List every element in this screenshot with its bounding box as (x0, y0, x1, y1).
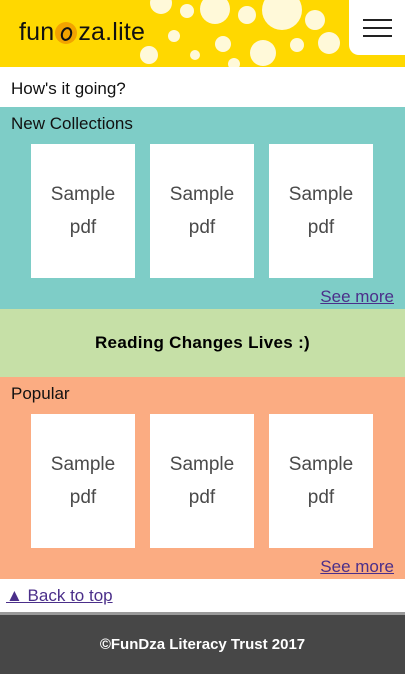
fundza-logo[interactable]: fun za.lite (19, 14, 145, 50)
book-card[interactable]: Sample pdf (150, 414, 254, 548)
site-header: fun za.lite (0, 0, 405, 67)
see-more-link[interactable]: See more (320, 287, 394, 307)
logo-face-icon (55, 22, 78, 44)
section-title: New Collections (11, 114, 133, 133)
decorative-bubble (200, 0, 230, 24)
decorative-bubble (305, 10, 325, 30)
greeting-text: How's it going? (11, 79, 126, 98)
see-more-link[interactable]: See more (320, 557, 394, 577)
decorative-bubble (250, 40, 276, 66)
banner-text: Reading Changes Lives :) (94, 333, 311, 352)
card-label: Sample (288, 454, 354, 475)
site-footer: ©FunDza Literacy Trust 2017 (0, 615, 405, 674)
copyright-text: ©FunDza Literacy Trust 2017 (99, 636, 306, 653)
back-to-top-link[interactable]: ▲ Back to top (6, 586, 113, 606)
reading-banner: Reading Changes Lives :) (0, 309, 405, 377)
decorative-bubble (318, 32, 340, 54)
decorative-bubble (238, 6, 256, 24)
card-label: Sample (288, 184, 354, 205)
card-label: pdf (69, 487, 97, 508)
card-label: pdf (188, 217, 216, 238)
card-label: Sample (169, 184, 235, 205)
hamburger-menu-icon (362, 26, 392, 29)
decorative-bubble (215, 36, 231, 52)
book-card[interactable]: Sample pdf (269, 414, 373, 548)
decorative-bubble (168, 30, 180, 42)
section-title: Popular (11, 384, 70, 403)
card-label: Sample (50, 454, 116, 475)
decorative-bubble (262, 0, 302, 30)
hamburger-menu-button[interactable] (349, 0, 405, 55)
card-label: pdf (307, 217, 335, 238)
logo-text-left: fun (19, 17, 55, 46)
hamburger-menu-icon (362, 34, 392, 37)
card-label: pdf (69, 217, 97, 238)
popular-section: Popular Sample pdf Sample pdf Sample pdf… (0, 377, 405, 579)
card-label: Sample (50, 184, 116, 205)
logo-text-right: za.lite (78, 17, 146, 46)
card-label: pdf (307, 487, 335, 508)
book-card[interactable]: Sample pdf (31, 414, 135, 548)
decorative-bubble (180, 4, 194, 18)
decorative-bubble (290, 38, 304, 52)
decorative-bubble (228, 58, 240, 67)
book-card[interactable]: Sample pdf (31, 144, 135, 278)
book-card[interactable]: Sample pdf (150, 144, 254, 278)
card-label: pdf (188, 487, 216, 508)
decorative-bubble (150, 0, 172, 14)
hamburger-menu-icon (362, 18, 392, 21)
decorative-bubble (190, 50, 200, 60)
book-card[interactable]: Sample pdf (269, 144, 373, 278)
new-collections-section: New Collections Sample pdf Sample pdf Sa… (0, 107, 405, 309)
card-label: Sample (169, 454, 235, 475)
